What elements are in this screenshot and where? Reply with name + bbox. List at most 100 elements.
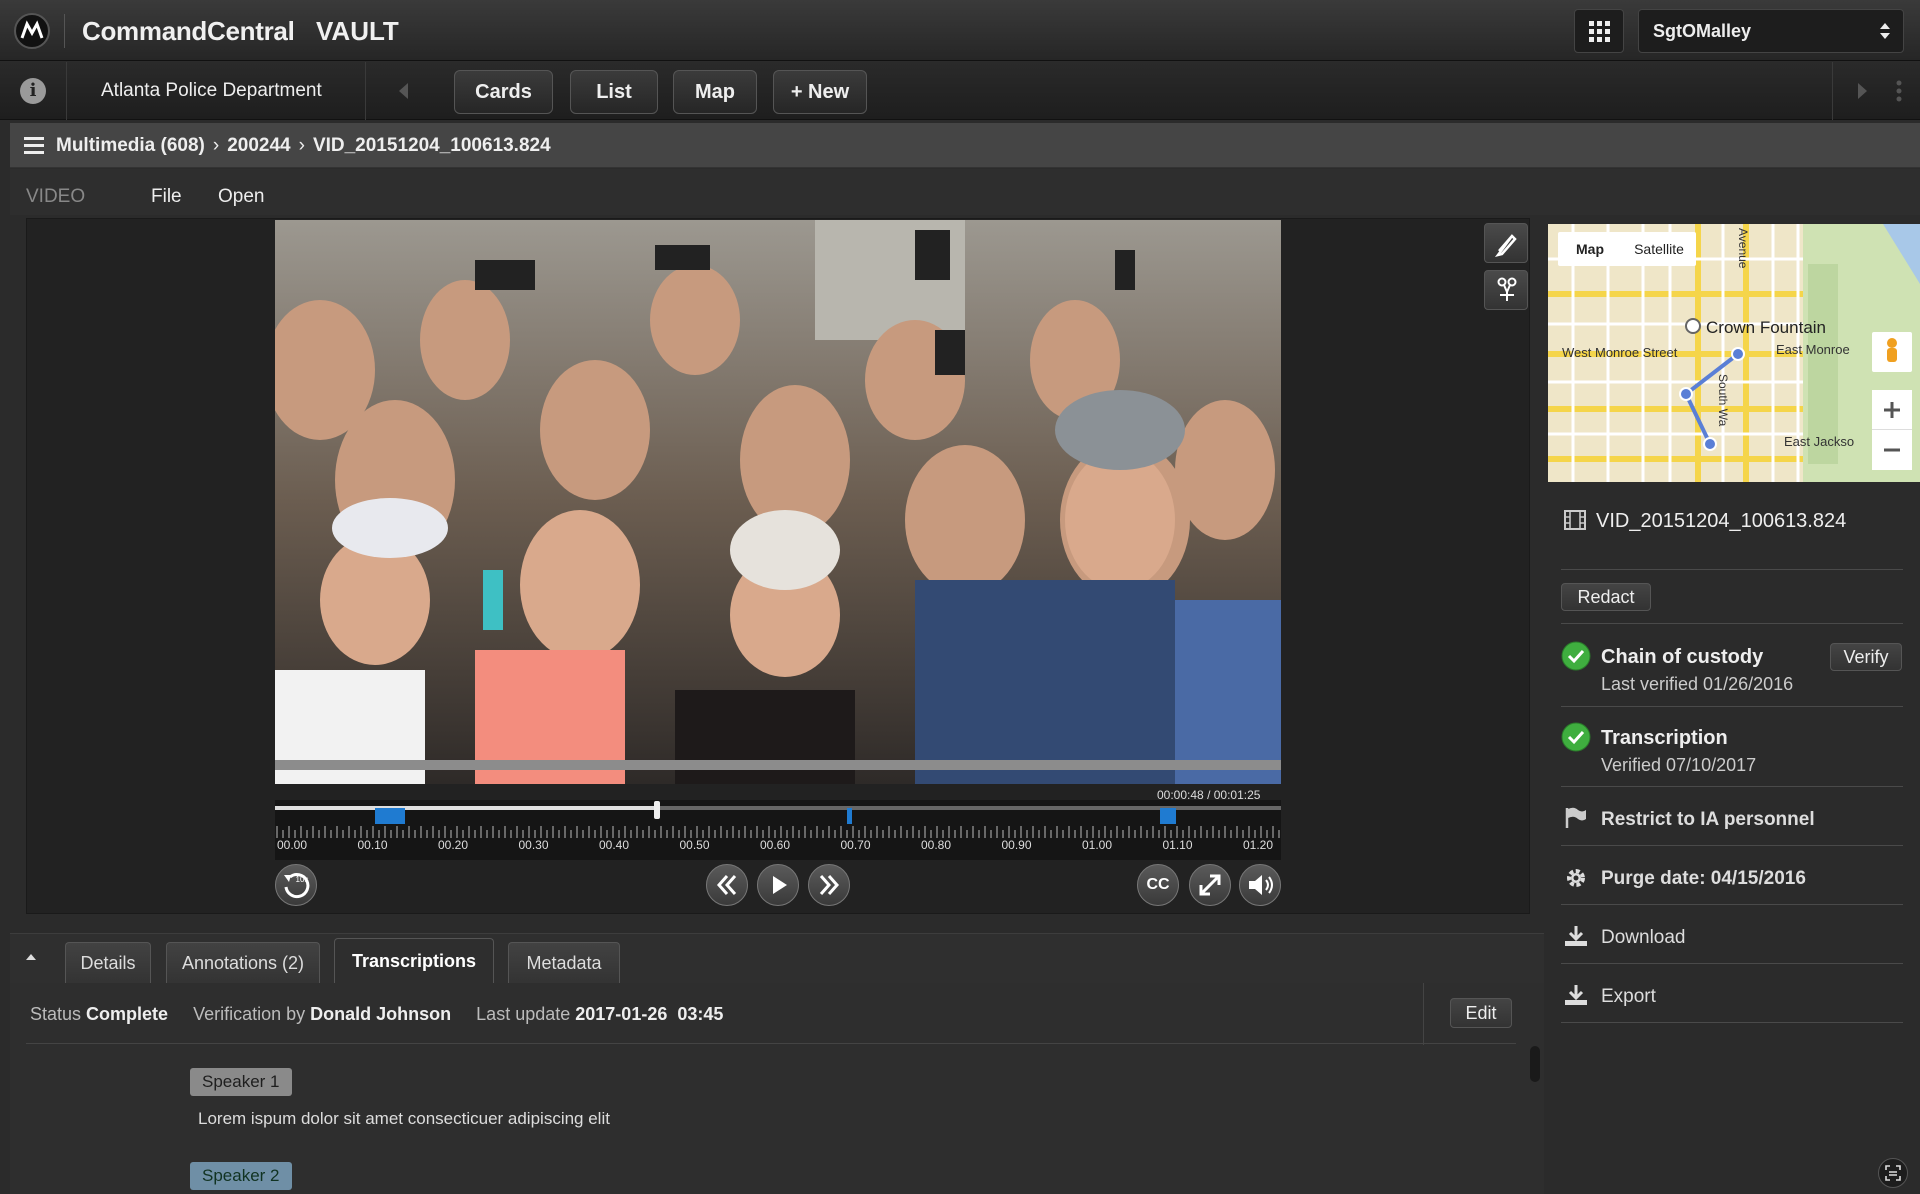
flag-icon	[1564, 807, 1588, 829]
breadcrumb-item-multimedia[interactable]: Multimedia (608)	[56, 135, 205, 156]
video-frame[interactable]	[275, 220, 1281, 784]
timeline-tick-label: 00.60	[760, 838, 791, 852]
fast-forward-icon[interactable]	[808, 864, 850, 906]
timeline-marker[interactable]	[847, 808, 852, 824]
chain-title: Chain of custody	[1601, 646, 1764, 668]
info-icon[interactable]: i	[20, 78, 46, 104]
verifier-name: Donald Johnson	[310, 1004, 452, 1024]
plus-icon[interactable]	[1872, 390, 1912, 430]
map-tab-satellite[interactable]: Satellite	[1622, 232, 1696, 266]
timeline-tick-label: 00.40	[599, 838, 630, 852]
map-label: Avenue	[1736, 228, 1750, 269]
minus-icon[interactable]	[1872, 430, 1912, 470]
timeline-tick-label: 00.90	[1001, 838, 1032, 852]
map-button[interactable]: Map	[673, 70, 757, 114]
edit-pencil-icon[interactable]	[1484, 223, 1528, 263]
scrollbar-thumb[interactable]	[1530, 1046, 1540, 1082]
user-name: SgtOMalley	[1653, 21, 1752, 41]
export-icon	[1564, 984, 1588, 1006]
playhead[interactable]	[654, 801, 661, 819]
transcription-title: Transcription	[1601, 727, 1728, 749]
top-bar: CommandCentral VAULT SgtOMalley	[0, 0, 1920, 61]
breadcrumb: Multimedia (608) › 200244 › VID_20151204_100…	[56, 135, 551, 157]
file-name: VID_20151204_100613.824	[1596, 510, 1847, 532]
play-icon[interactable]	[757, 864, 799, 906]
timeline-tick-label: 00.10	[357, 838, 388, 852]
map-label: Crown Fountain	[1706, 318, 1827, 337]
check-circle-icon	[1561, 722, 1591, 752]
player-controls: 10s CC	[275, 860, 1281, 912]
timeline-marker[interactable]	[375, 808, 405, 824]
speaker-1-badge[interactable]: Speaker 1	[190, 1068, 292, 1096]
transcription-row: Transcription Verified 07/10/2017	[1561, 707, 1903, 787]
closed-captions-icon[interactable]: CC	[1137, 864, 1179, 906]
cut-scissors-icon[interactable]	[1484, 270, 1528, 310]
divider	[64, 14, 65, 48]
timeline-tick-label: 00.20	[438, 838, 469, 852]
transcription-subtitle: Verified 07/10/2017	[1601, 755, 1757, 775]
download-row[interactable]: Download	[1561, 905, 1903, 964]
map-label: East Jackso	[1784, 434, 1855, 449]
more-vertical-icon[interactable]	[1896, 80, 1902, 102]
status-label: Status	[30, 1004, 82, 1024]
chevron-right-icon[interactable]	[1856, 81, 1870, 101]
file-menu[interactable]: File	[151, 186, 182, 208]
app-grid-icon[interactable]	[1574, 9, 1624, 53]
caret-up-icon[interactable]	[24, 952, 38, 962]
tab-transcriptions[interactable]: Transcriptions	[334, 938, 494, 984]
fullscreen-icon[interactable]	[1189, 864, 1231, 906]
divider	[1832, 62, 1833, 120]
timeline-tick-label: 00.80	[921, 838, 952, 852]
street-view-person-icon[interactable]	[1872, 332, 1912, 372]
export-row[interactable]: Export	[1561, 964, 1903, 1023]
tab-metadata[interactable]: Metadata	[508, 942, 620, 984]
video-crowd-image	[275, 220, 1281, 784]
verify-button[interactable]: Verify	[1830, 643, 1902, 671]
hamburger-icon[interactable]	[24, 137, 44, 154]
timeline-tick-label: 00.00	[277, 838, 308, 852]
restrict-row[interactable]: Restrict to IA personnel	[1561, 787, 1903, 846]
volume-icon[interactable]	[1239, 864, 1281, 906]
divider	[1423, 983, 1424, 1045]
new-button[interactable]: + New	[773, 70, 867, 114]
cards-button[interactable]: Cards	[454, 70, 553, 114]
edit-button[interactable]: Edit	[1450, 998, 1512, 1028]
breadcrumb-separator: ›	[212, 135, 220, 156]
timeline-progress	[275, 806, 658, 810]
timeline[interactable]: 00.00 00.10 00.20 00.30 00.40 00.50 00.60 00.70…	[275, 800, 1281, 860]
breadcrumb-bar: Multimedia (608) › 200244 › VID_20151204_100…	[10, 123, 1920, 168]
user-select[interactable]: SgtOMalley	[1638, 9, 1904, 53]
chain-subtitle: Last verified 01/26/2016	[1601, 674, 1794, 694]
menu-bar: VIDEO File Open	[10, 169, 1920, 215]
transcript-status-line: Status Complete Verification by Donald J…	[30, 1004, 723, 1025]
open-menu[interactable]: Open	[218, 186, 264, 208]
chevron-left-icon[interactable]	[396, 81, 410, 101]
rewind-icon[interactable]	[706, 864, 748, 906]
status-value: Complete	[86, 1004, 169, 1024]
map-tab-map[interactable]: Map	[1558, 232, 1622, 266]
redact-row	[1561, 570, 1903, 624]
speaker-2-badge[interactable]: Speaker 2	[190, 1162, 292, 1190]
updown-chevron-icon	[1879, 20, 1891, 42]
gear-icon	[1564, 866, 1588, 890]
timeline-tick-label: 00.70	[840, 838, 871, 852]
download-icon	[1564, 925, 1588, 947]
product-name: VAULT	[316, 16, 399, 46]
scan-icon[interactable]	[1878, 1158, 1908, 1188]
tab-annotations[interactable]: Annotations (2)	[166, 942, 320, 984]
motorola-logo-icon[interactable]	[14, 13, 50, 49]
breadcrumb-item-case[interactable]: 200244	[227, 135, 290, 156]
export-label: Export	[1601, 986, 1656, 1007]
tab-details[interactable]: Details	[65, 942, 151, 984]
brand-name: CommandCentral	[82, 16, 295, 46]
location-map[interactable]: Map Satellite Crown Fountain West Monroe…	[1548, 224, 1920, 482]
purge-row[interactable]: Purge date: 04/15/2016	[1561, 846, 1903, 905]
timeline-tick-label: 01.10	[1162, 838, 1193, 852]
timeline-marker[interactable]	[1160, 808, 1176, 824]
divider	[26, 1043, 1516, 1044]
list-button[interactable]: List	[570, 70, 658, 114]
verification-label: Verification by	[193, 1004, 306, 1024]
replay-10s-icon[interactable]: 10s	[275, 864, 317, 906]
timeline-tick-label: 01.00	[1082, 838, 1113, 852]
timeline-tick-label: 01.20	[1243, 838, 1274, 852]
